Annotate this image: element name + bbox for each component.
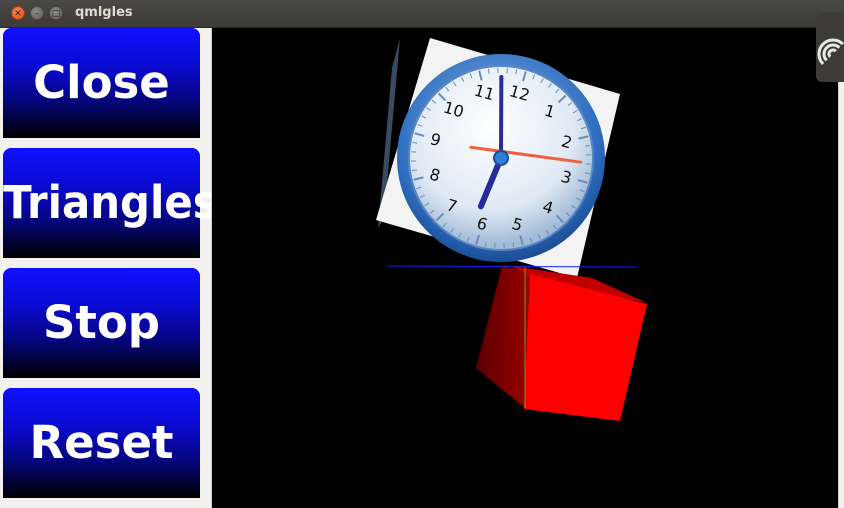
gl-scene: 121234567891011 (376, 38, 647, 421)
clock-cube: 121234567891011 (376, 38, 620, 278)
window-maximize-icon[interactable]: □ (49, 6, 63, 20)
stop-button[interactable]: Stop (3, 268, 200, 378)
gl-viewport[interactable]: 12 1 2 3 4 5 6 7 8 9 10 11 (211, 28, 839, 508)
close-button-label: Close (33, 56, 170, 109)
reset-button-label: Reset (29, 416, 174, 469)
wifi-icon (817, 38, 844, 65)
window-titlebar: ✕ – □ qmlgles (0, 0, 844, 28)
stop-button-label: Stop (42, 296, 161, 349)
red-cube-side (476, 266, 530, 408)
side-panel-tab[interactable] (816, 12, 844, 82)
triangles-button[interactable]: Triangles (3, 148, 218, 258)
button-column: Close Triangles Stop Reset (0, 28, 218, 508)
reset-button[interactable]: Reset (3, 388, 200, 498)
triangles-button-label: Triangles (3, 176, 218, 229)
window-close-icon[interactable]: ✕ (11, 6, 25, 20)
window-title: qmlgles (75, 5, 133, 20)
red-cube (476, 266, 647, 421)
close-button[interactable]: Close (3, 28, 200, 138)
window-minimize-icon[interactable]: – (30, 6, 44, 20)
x-axis-line (386, 265, 638, 268)
